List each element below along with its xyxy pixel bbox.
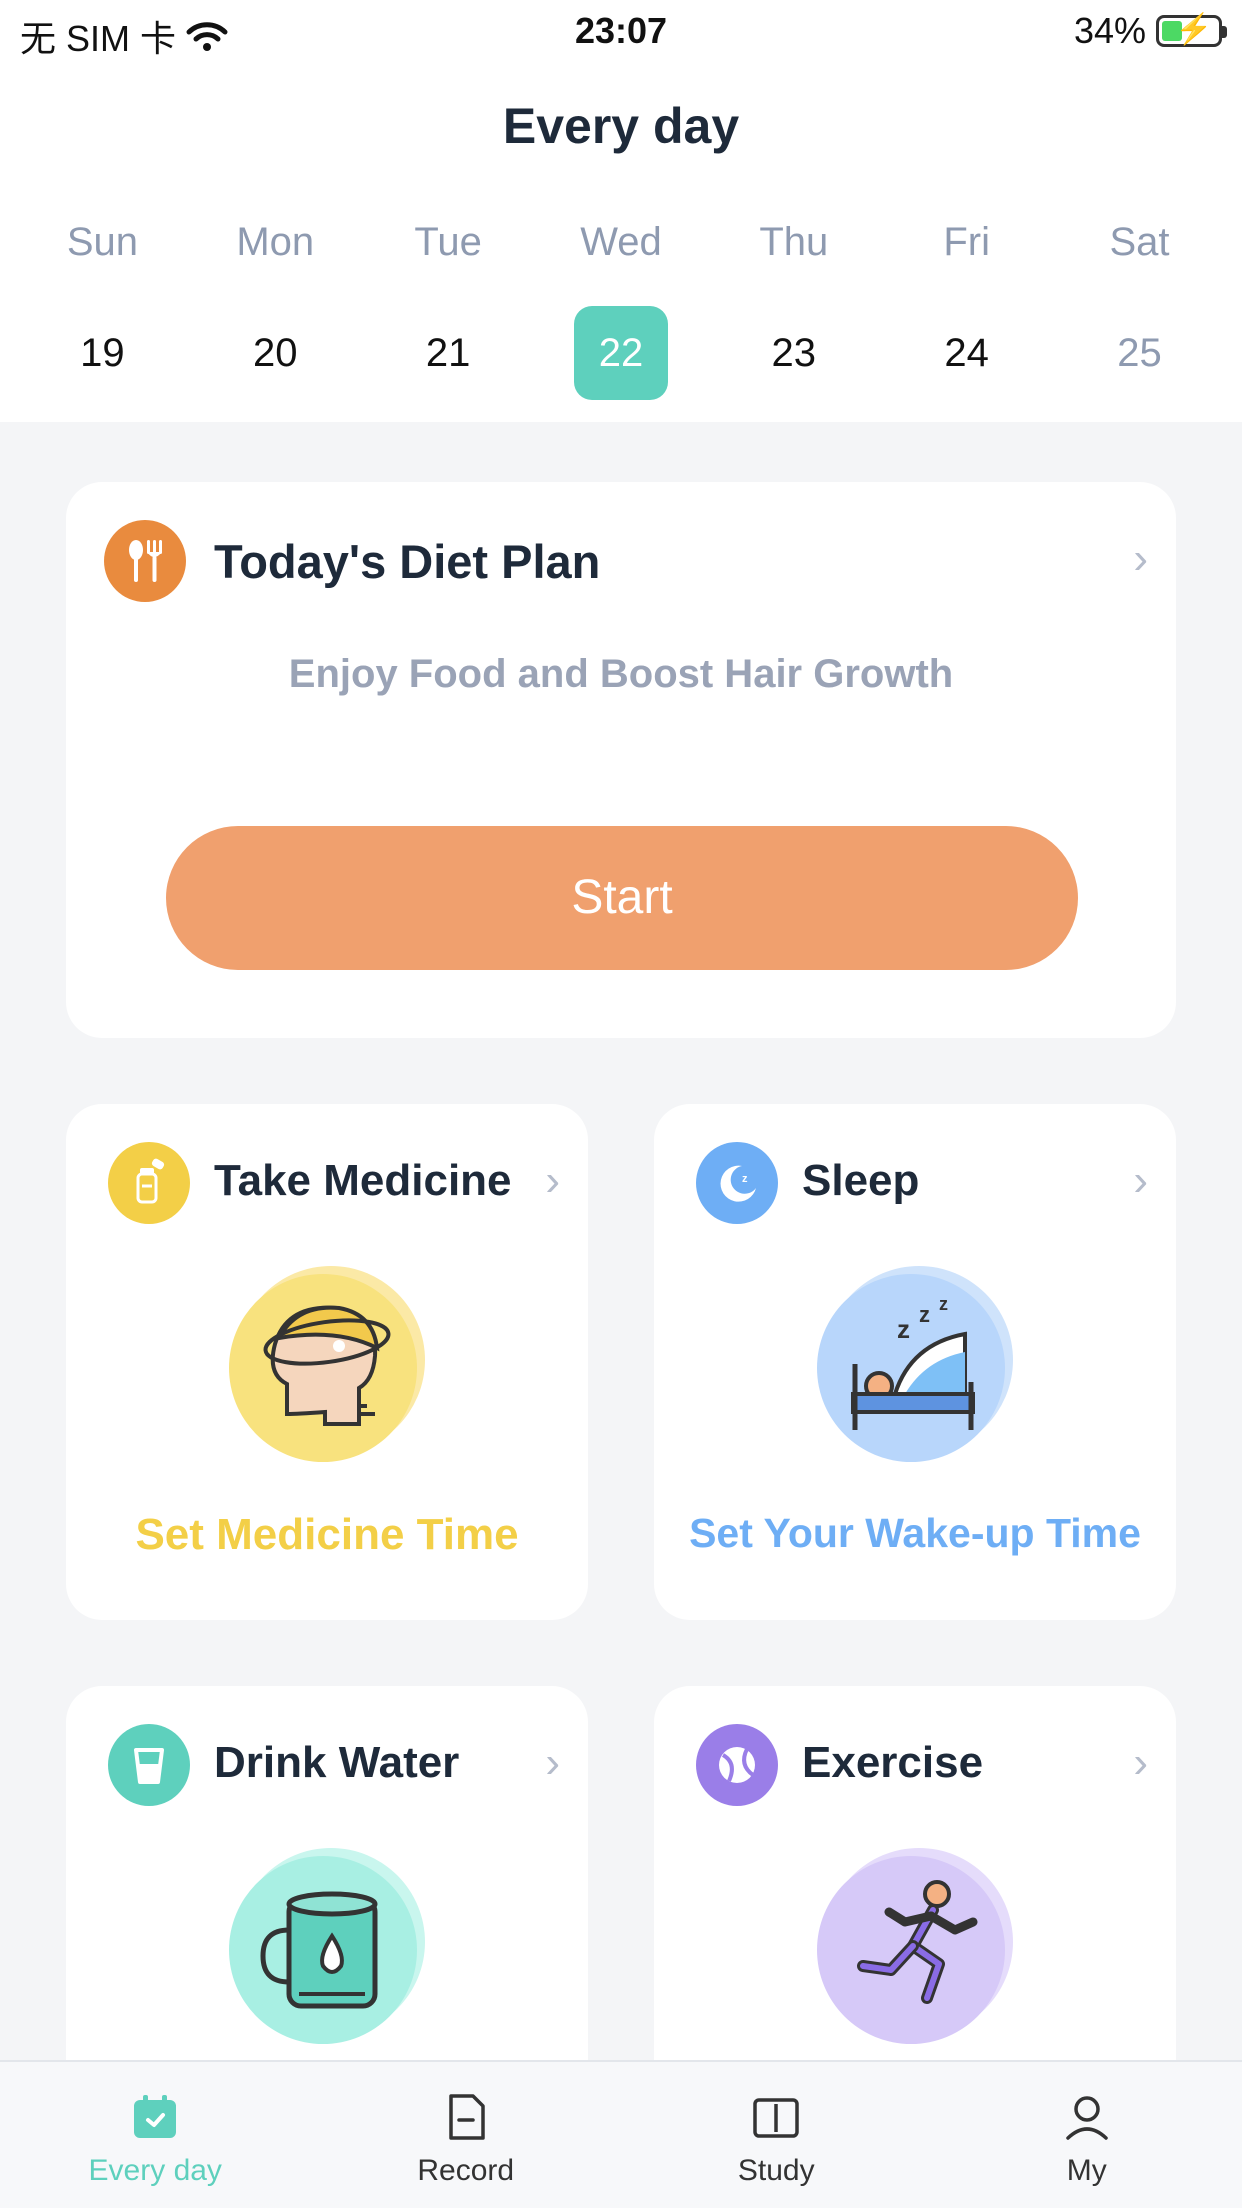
day-name: Sat — [1109, 220, 1170, 264]
fork-knife-icon — [104, 520, 186, 602]
sleep-card[interactable]: z Sleep › z z z Set Your Wake-up Time — [654, 1104, 1176, 1620]
day-fri[interactable]: Fri 24 — [902, 212, 1032, 400]
svg-text:z: z — [742, 1173, 748, 1185]
day-name: Sun — [66, 220, 138, 264]
tab-every-day[interactable]: Every day — [0, 2062, 311, 2208]
day-name: Mon — [236, 220, 315, 264]
chevron-right-icon[interactable]: › — [545, 1156, 560, 1206]
week-strip: Sun 19 Mon 20 Tue 21 Wed 22 Thu 23 Fri 2… — [0, 212, 1242, 400]
tab-bar: Every day Record Study My — [0, 2060, 1242, 2208]
tab-record[interactable]: Record — [311, 2062, 622, 2208]
bed-illustration-icon: z z z — [817, 1266, 1013, 1462]
person-icon — [1066, 2096, 1108, 2140]
day-number: 23 — [771, 331, 817, 375]
tab-label: My — [1066, 2154, 1107, 2187]
chevron-right-icon[interactable]: › — [1133, 534, 1148, 584]
svg-text:z: z — [939, 1294, 948, 1314]
book-icon — [753, 2098, 799, 2138]
runner-illustration-icon — [817, 1848, 1013, 2044]
day-wed[interactable]: Wed 22 — [556, 212, 686, 400]
tab-label: Every day — [88, 2154, 222, 2187]
tab-label: Study — [737, 2154, 815, 2187]
start-button[interactable]: Start — [166, 826, 1078, 970]
chevron-right-icon[interactable]: › — [545, 1738, 560, 1788]
day-thu[interactable]: Thu 23 — [729, 212, 859, 400]
head-illustration-icon — [229, 1266, 425, 1462]
diet-card-title: Today's Diet Plan — [214, 535, 601, 588]
day-number: 20 — [253, 331, 298, 375]
day-sat[interactable]: Sat 25 — [1074, 212, 1204, 400]
status-right: 34% ⚡ — [1073, 10, 1227, 52]
pill-bottle-icon — [108, 1142, 190, 1224]
document-icon — [449, 2094, 485, 2140]
day-number: 21 — [425, 331, 471, 375]
svg-text:z: z — [919, 1302, 930, 1327]
day-number-selected: 22 — [573, 306, 668, 400]
diet-plan-card[interactable]: Today's Diet Plan › Enjoy Food and Boost… — [66, 482, 1176, 1038]
sleep-card-title: Sleep — [802, 1156, 920, 1205]
battery-percent: 34% — [1073, 10, 1146, 51]
set-wake-up-time-link[interactable]: Set Your Wake-up Time — [654, 1510, 1176, 1557]
status-bar: 无 SIM 卡 23:07 34% ⚡ — [0, 0, 1242, 62]
tab-study[interactable]: Study — [621, 2062, 932, 2208]
water-card-title: Drink Water — [214, 1738, 460, 1787]
water-jug-illustration-icon — [229, 1848, 425, 2044]
day-number: 25 — [1117, 331, 1162, 375]
take-medicine-card[interactable]: Take Medicine › Set Medicine Time — [66, 1104, 588, 1620]
day-name: Tue — [414, 220, 482, 264]
header: Every day Sun 19 Mon 20 Tue 21 Wed 22 Th… — [0, 62, 1242, 422]
chevron-right-icon[interactable]: › — [1133, 1738, 1148, 1788]
exercise-card-title: Exercise — [802, 1738, 984, 1787]
svg-text:z: z — [897, 1314, 910, 1344]
moon-icon: z — [696, 1142, 778, 1224]
tab-my[interactable]: My — [932, 2062, 1242, 2208]
battery-icon: ⚡ — [1156, 14, 1227, 47]
day-name: Thu — [759, 220, 829, 264]
day-number: 19 — [80, 331, 125, 375]
ball-icon — [696, 1724, 778, 1806]
day-sun[interactable]: Sun 19 — [37, 212, 167, 400]
status-time: 23:07 — [574, 10, 668, 51]
day-name: Fri — [943, 220, 990, 264]
diet-card-subtitle: Enjoy Food and Boost Hair Growth — [288, 652, 954, 696]
day-number: 24 — [944, 331, 989, 375]
chevron-right-icon[interactable]: › — [1133, 1156, 1148, 1206]
page-title: Every day — [502, 98, 740, 154]
calendar-icon — [134, 2095, 177, 2138]
day-tue[interactable]: Tue 21 — [383, 212, 513, 400]
cup-icon — [108, 1724, 190, 1806]
medicine-card-title: Take Medicine — [214, 1156, 512, 1205]
day-mon[interactable]: Mon 20 — [210, 212, 340, 400]
day-name: Wed — [580, 220, 662, 264]
tab-label: Record — [417, 2154, 515, 2187]
set-medicine-time-link[interactable]: Set Medicine Time — [66, 1510, 588, 1560]
